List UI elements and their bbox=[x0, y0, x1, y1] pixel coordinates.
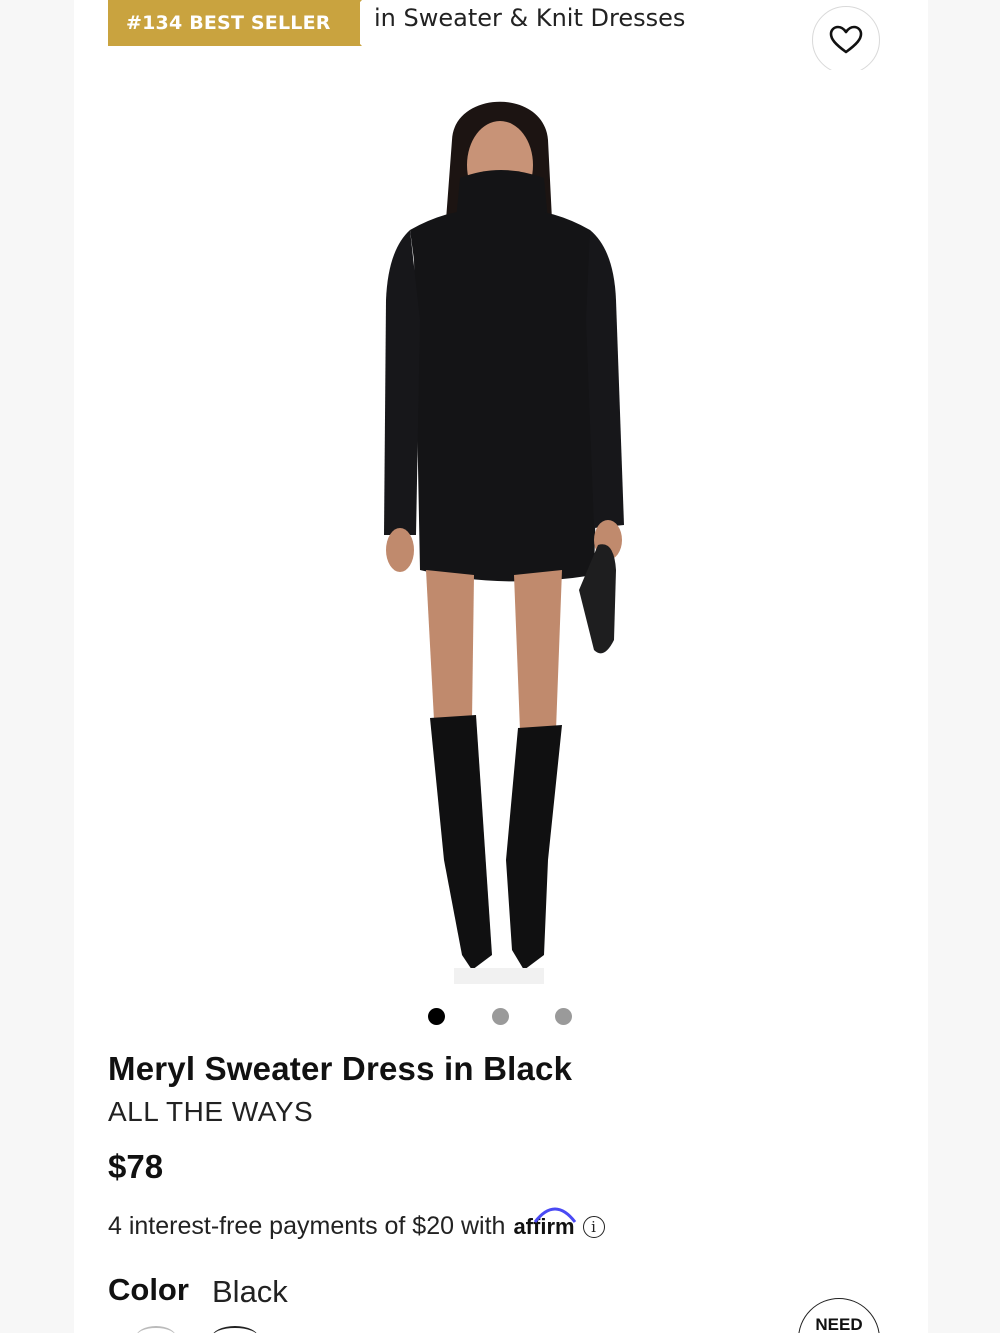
best-seller-category[interactable]: in Sweater & Knit Dresses bbox=[374, 4, 685, 32]
affirm-payment-message: 4 interest-free payments of $20 with aff… bbox=[108, 1207, 605, 1241]
gallery-dot-2[interactable] bbox=[492, 1008, 509, 1025]
info-icon-glyph: i bbox=[591, 1217, 596, 1236]
need-help-button[interactable]: NEED bbox=[798, 1298, 880, 1333]
product-brand[interactable]: ALL THE WAYS bbox=[108, 1096, 313, 1128]
product-page: #134 BEST SELLER in Sweater & Knit Dress… bbox=[74, 0, 928, 1333]
info-icon[interactable]: i bbox=[582, 1215, 605, 1238]
gallery-dot-1[interactable] bbox=[428, 1008, 445, 1025]
color-swatch-1[interactable] bbox=[136, 1326, 176, 1333]
product-title: Meryl Sweater Dress in Black bbox=[108, 1050, 573, 1087]
color-swatch-2[interactable] bbox=[212, 1326, 258, 1333]
affirm-logo: affirm bbox=[513, 1207, 577, 1240]
gallery-pagination bbox=[74, 1008, 928, 1026]
need-help-label: NEED bbox=[815, 1315, 863, 1333]
heart-icon bbox=[829, 25, 863, 54]
best-seller-rank: #134 BEST SELLER bbox=[126, 12, 331, 34]
affirm-arc-icon bbox=[534, 1207, 577, 1223]
product-price: $78 bbox=[108, 1148, 164, 1185]
product-image[interactable] bbox=[74, 70, 928, 1000]
wishlist-button[interactable] bbox=[812, 6, 880, 74]
best-seller-badge: #134 BEST SELLER bbox=[108, 0, 360, 46]
gallery-dot-3[interactable] bbox=[555, 1008, 572, 1025]
color-label: Color bbox=[108, 1272, 189, 1307]
badge-notch bbox=[340, 0, 362, 46]
color-value: Black bbox=[212, 1274, 288, 1309]
payment-text: 4 interest-free payments of $20 with bbox=[108, 1212, 506, 1240]
